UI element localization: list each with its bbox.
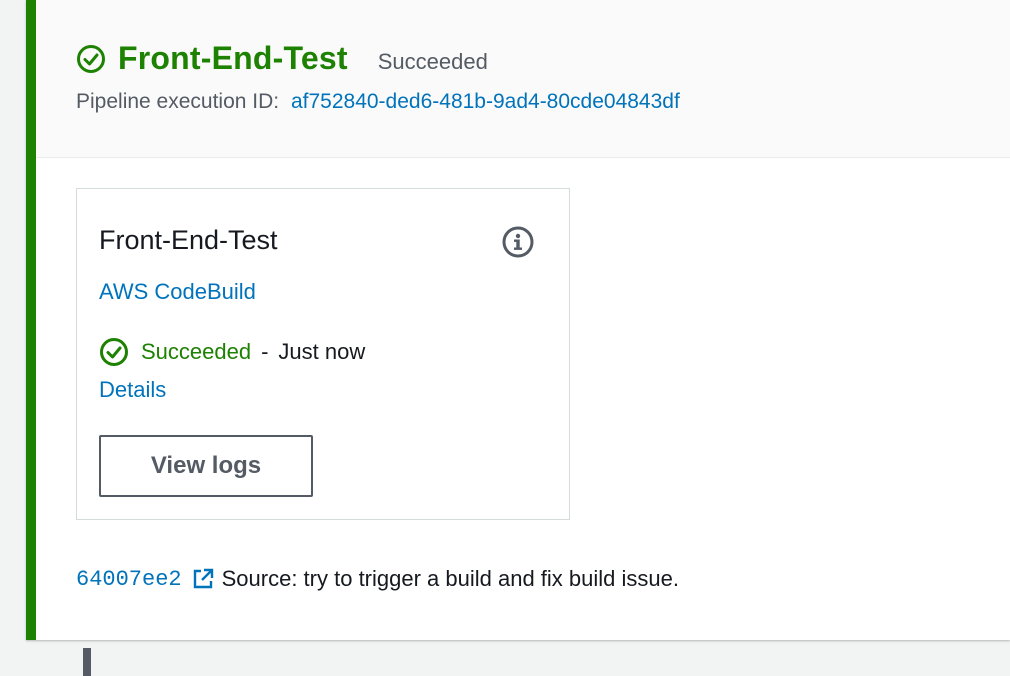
stage-header: Front-End-Test Succeeded Pipeline execut…	[36, 0, 1010, 158]
stage-connector	[83, 648, 91, 676]
stage-status: Succeeded	[377, 48, 488, 74]
source-commit-row: 64007ee2 Source: try to trigger a build …	[76, 566, 679, 592]
action-name: Front-End-Test	[99, 225, 278, 255]
action-card: Front-End-Test AWS CodeBuild Succeeded -…	[76, 188, 570, 520]
execution-id-link[interactable]: af752840-ded6-481b-9ad4-80cde04843df	[291, 90, 680, 113]
commit-message: Source: try to trigger a build and fix b…	[221, 566, 679, 591]
execution-id-label: Pipeline execution ID:	[76, 90, 280, 113]
action-status-row: Succeeded - Just now	[99, 337, 365, 367]
pipeline-execution-row: Pipeline execution ID: af752840-ded6-481…	[76, 90, 680, 114]
stage-name: Front-End-Test	[118, 40, 348, 76]
stage-title-row: Front-End-Test Succeeded	[76, 40, 488, 77]
external-link-icon[interactable]	[192, 568, 214, 590]
details-link[interactable]: Details	[99, 377, 166, 403]
info-icon[interactable]	[501, 225, 535, 259]
action-status: Succeeded	[141, 339, 252, 364]
commit-id-link[interactable]: 64007ee2	[76, 567, 182, 592]
check-circle-icon	[77, 44, 105, 73]
check-circle-icon	[100, 338, 128, 366]
status-separator: -	[261, 339, 269, 364]
provider-link[interactable]: AWS CodeBuild	[99, 279, 256, 305]
stage-card: Front-End-Test Succeeded Pipeline execut…	[26, 0, 1010, 640]
action-time: Just now	[278, 339, 366, 364]
view-logs-button[interactable]: View logs	[99, 435, 313, 497]
